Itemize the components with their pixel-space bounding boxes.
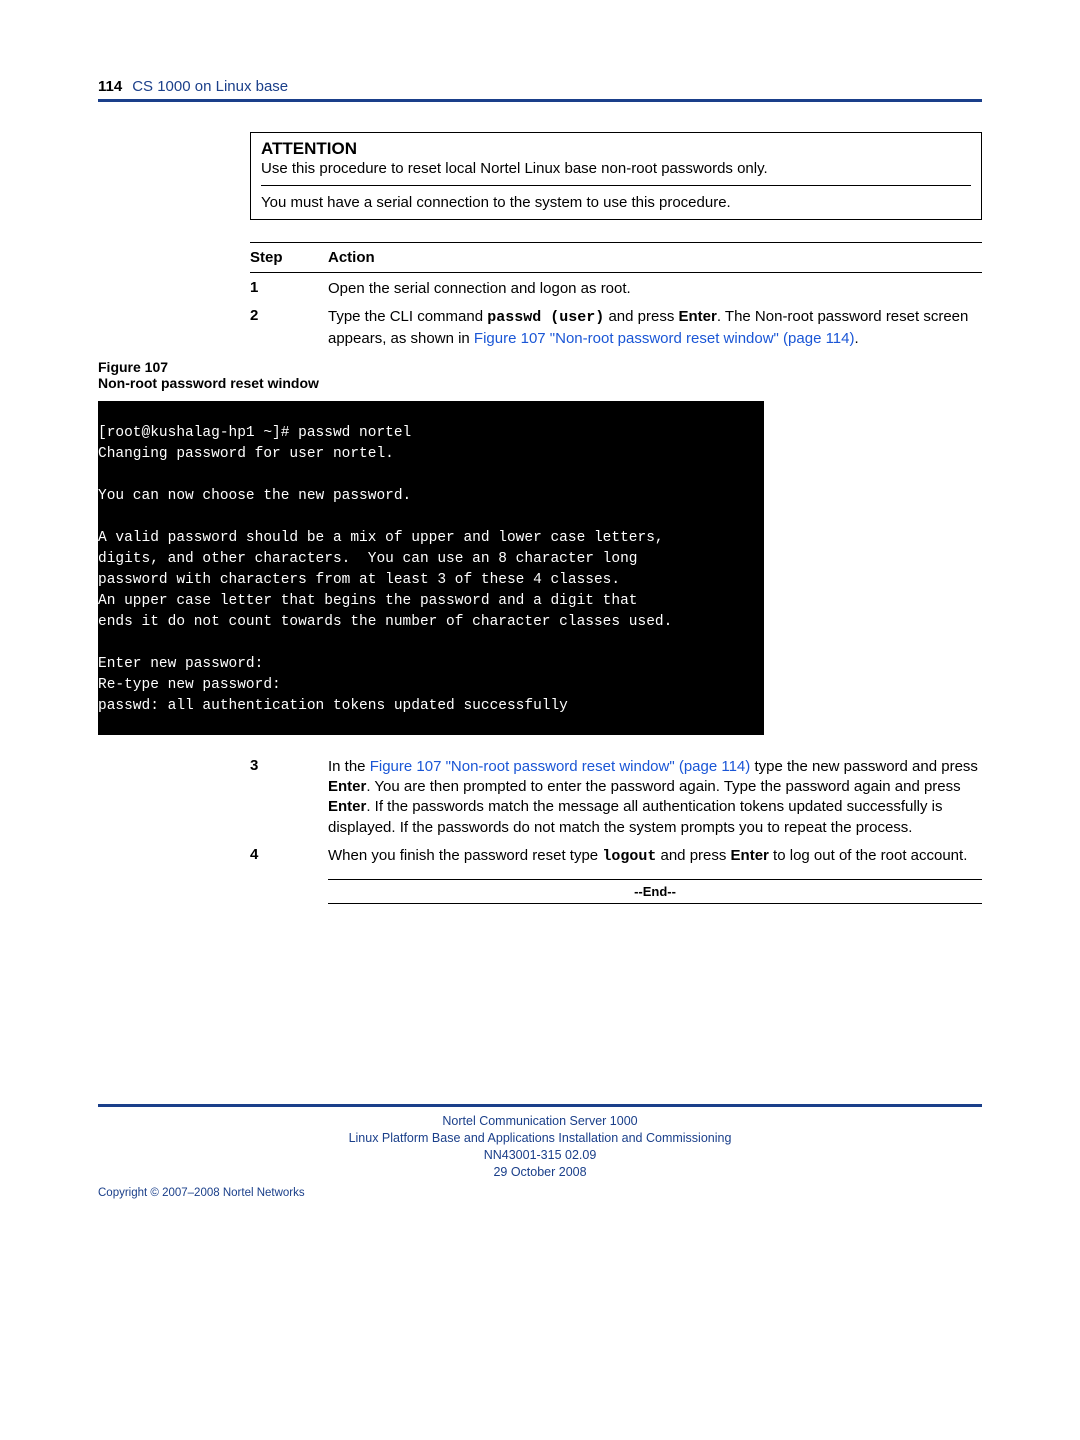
step-2-enter: Enter	[679, 308, 717, 325]
step-3-link[interactable]: Figure 107 "Non-root password reset wind…	[370, 758, 751, 775]
step-3-text-d: . If the passwords match the message all…	[328, 798, 943, 835]
footer-rule	[98, 1104, 982, 1107]
step-1-num: 1	[250, 279, 328, 296]
footer-line-3: NN43001-315 02.09	[98, 1147, 982, 1164]
step-1-action: Open the serial connection and logon as …	[328, 279, 982, 299]
step-3-text-b: type the new password and press	[750, 758, 978, 775]
step-header-step: Step	[250, 249, 328, 266]
step-3: 3 In the Figure 107 "Non-root password r…	[250, 751, 982, 840]
step-3-text-c: . You are then prompted to enter the pas…	[366, 778, 960, 795]
end-marker: --End--	[328, 879, 982, 904]
step-2-action: Type the CLI command passwd (user) and p…	[328, 307, 982, 349]
step-4-text-c: to log out of the root account.	[769, 847, 967, 864]
step-4-cmd: logout	[602, 848, 656, 865]
step-2-cmd: passwd (user)	[487, 309, 604, 326]
figure-title: Non-root password reset window	[98, 375, 319, 391]
steps-continued: 3 In the Figure 107 "Non-root password r…	[250, 751, 982, 904]
page-footer: Nortel Communication Server 1000 Linux P…	[98, 1104, 982, 1199]
footer-line-2: Linux Platform Base and Applications Ins…	[98, 1130, 982, 1147]
page: 114 CS 1000 on Linux base ATTENTION Use …	[0, 0, 1080, 1239]
step-4-action: When you finish the password reset type …	[328, 846, 982, 867]
step-3-text-a: In the	[328, 758, 370, 775]
header-rule	[98, 99, 982, 102]
step-header-action: Action	[328, 249, 982, 266]
attention-box: ATTENTION Use this procedure to reset lo…	[250, 132, 982, 220]
terminal-window: [root@kushalag-hp1 ~]# passwd nortel Cha…	[98, 401, 764, 735]
step-3-enter1: Enter	[328, 778, 366, 795]
step-2: 2 Type the CLI command passwd (user) and…	[250, 301, 982, 351]
step-table-header: Step Action	[250, 243, 982, 273]
copyright: Copyright © 2007–2008 Nortel Networks	[98, 1187, 982, 1199]
step-3-action: In the Figure 107 "Non-root password res…	[328, 757, 982, 838]
step-4-num: 4	[250, 846, 328, 863]
step-4-enter: Enter	[731, 847, 769, 864]
step-2-num: 2	[250, 307, 328, 324]
page-number: 114	[98, 78, 122, 95]
attention-separator	[261, 185, 971, 186]
attention-line-1: Use this procedure to reset local Nortel…	[261, 160, 971, 177]
figure-caption: Figure 107 Non-root password reset windo…	[98, 359, 982, 391]
step-4-text-a: When you finish the password reset type	[328, 847, 602, 864]
attention-line-2: You must have a serial connection to the…	[261, 194, 971, 211]
step-2-text-d: .	[855, 330, 859, 347]
step-3-num: 3	[250, 757, 328, 774]
step-2-link[interactable]: Figure 107 "Non-root password reset wind…	[474, 330, 855, 347]
step-1: 1 Open the serial connection and logon a…	[250, 273, 982, 301]
figure-label: Figure 107	[98, 359, 982, 375]
step-4-text-b: and press	[656, 847, 730, 864]
step-2-text-a: Type the CLI command	[328, 308, 487, 325]
footer-line-4: 29 October 2008	[98, 1164, 982, 1181]
attention-wrapper: ATTENTION Use this procedure to reset lo…	[250, 132, 982, 351]
running-header: 114 CS 1000 on Linux base	[98, 78, 982, 95]
step-3-enter2: Enter	[328, 798, 366, 815]
section-title: CS 1000 on Linux base	[132, 78, 288, 95]
step-2-text-b: and press	[604, 308, 678, 325]
step-table: Step Action 1 Open the serial connection…	[250, 242, 982, 351]
step-4: 4 When you finish the password reset typ…	[250, 840, 982, 869]
attention-heading: ATTENTION	[261, 139, 971, 159]
footer-text: Nortel Communication Server 1000 Linux P…	[98, 1113, 982, 1181]
footer-line-1: Nortel Communication Server 1000	[98, 1113, 982, 1130]
